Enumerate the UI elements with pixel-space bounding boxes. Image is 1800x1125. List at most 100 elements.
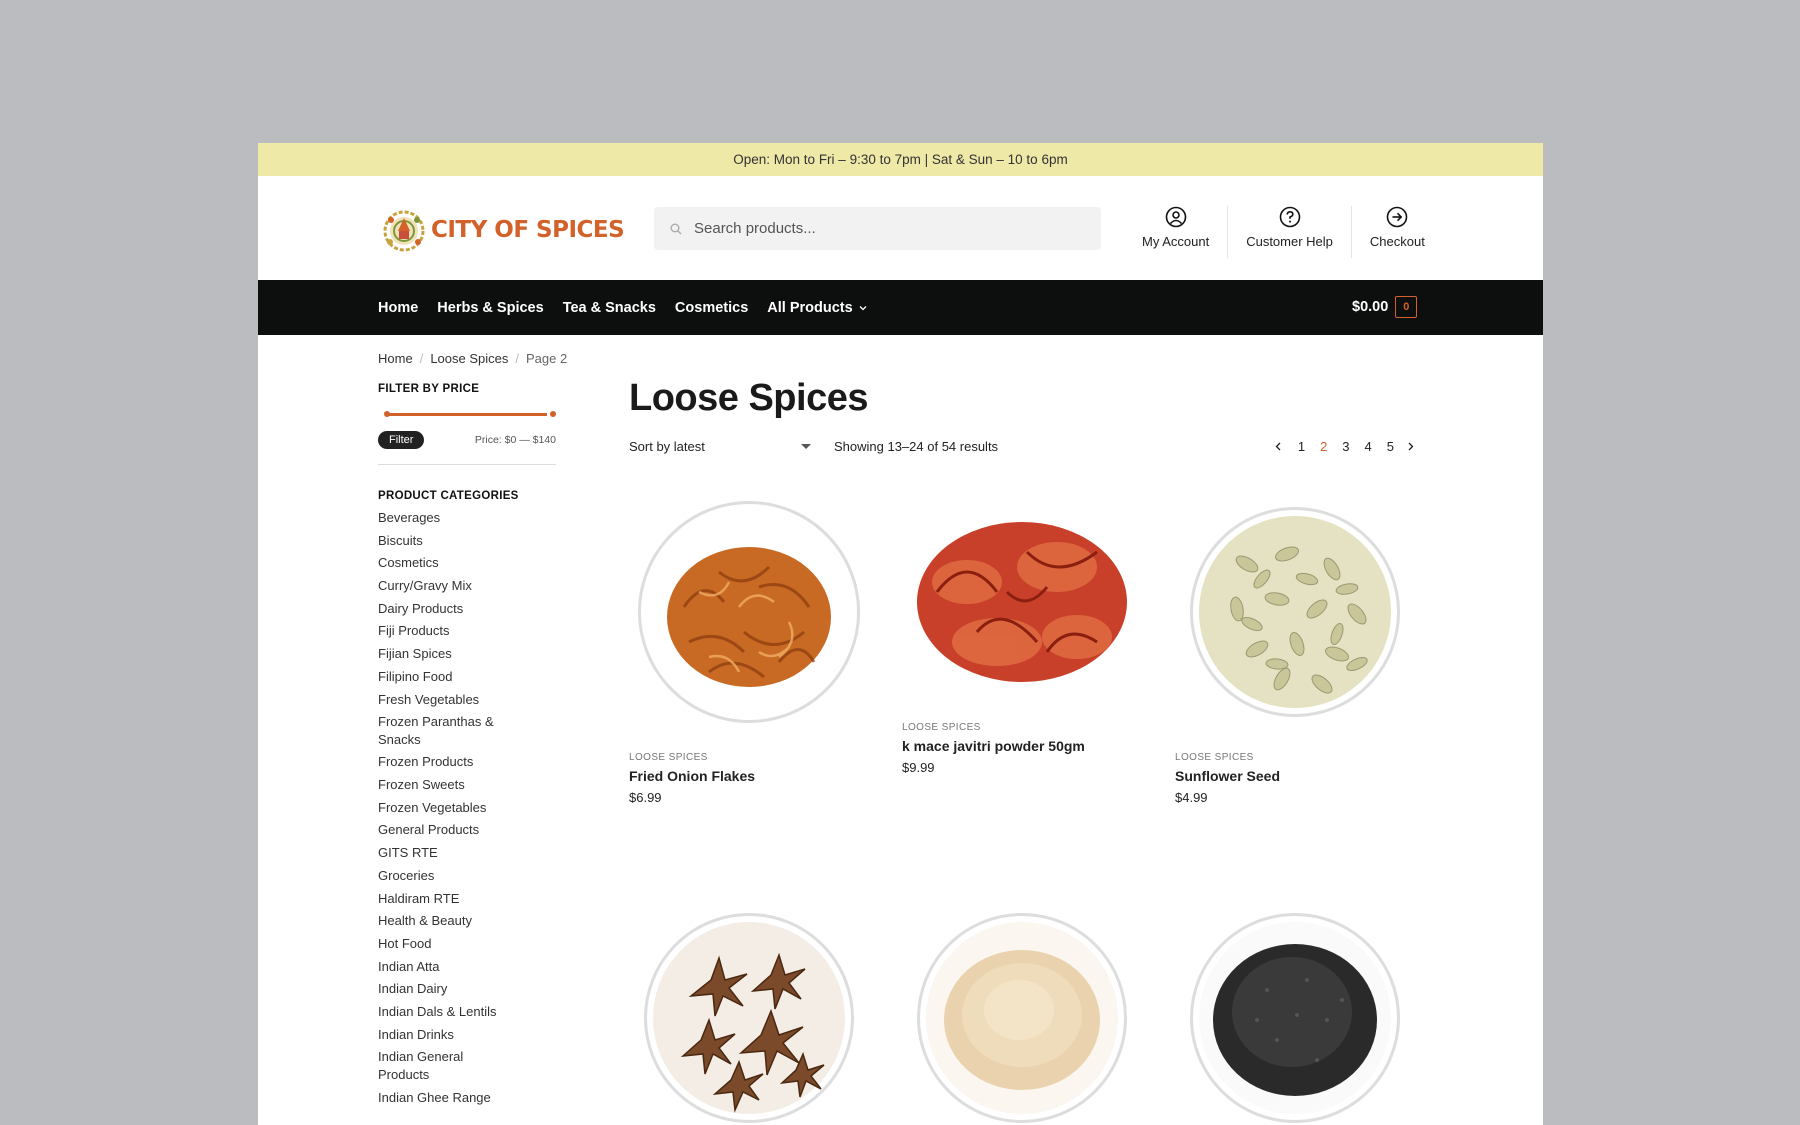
product-title[interactable]: Fried Onion Flakes (629, 768, 869, 784)
product-image[interactable] (629, 492, 869, 732)
category-link[interactable]: Indian Drinks (378, 1026, 518, 1044)
mace-javitri-image (917, 522, 1127, 682)
nav-item-all-products[interactable]: All Products (767, 300, 867, 316)
category-link[interactable]: Beverages (378, 509, 518, 527)
filter-by-price-title: FILTER BY PRICE (378, 383, 480, 395)
page-link[interactable]: 4 (1365, 439, 1372, 454)
page-link[interactable]: 1 (1298, 439, 1305, 454)
category-link[interactable]: Groceries (378, 867, 518, 885)
price-slider-max-handle[interactable] (550, 411, 556, 417)
product-card[interactable] (902, 898, 1142, 1125)
nav-item-herbs-spices[interactable]: Herbs & Spices (437, 300, 543, 316)
cart-count-badge: 0 (1395, 296, 1418, 318)
price-slider[interactable] (378, 404, 556, 424)
checkout-label: Checkout (1369, 234, 1425, 249)
star-anise-image (644, 913, 854, 1123)
chevron-left-icon[interactable] (1274, 442, 1283, 451)
category-link[interactable]: Frozen Products (378, 753, 518, 771)
breadcrumb-category[interactable]: Loose Spices (430, 351, 508, 366)
my-account-label: My Account (1142, 234, 1210, 249)
filter-button[interactable]: Filter (378, 431, 425, 449)
category-link[interactable]: Biscuits (378, 532, 518, 550)
category-link[interactable]: Indian Dairy (378, 980, 518, 998)
category-link[interactable]: Frozen Vegetables (378, 799, 518, 817)
store-hours-text: Open: Mon to Fri – 9:30 to 7pm | Sat & S… (733, 152, 1068, 167)
caret-down-icon (801, 444, 811, 449)
nav-item-tea-snacks[interactable]: Tea & Snacks (563, 300, 656, 316)
nav-item-home[interactable]: Home (378, 300, 418, 316)
search-icon (670, 223, 682, 234)
customer-help-link[interactable]: Customer Help (1227, 206, 1351, 258)
category-link[interactable]: Curry/Gravy Mix (378, 577, 518, 595)
product-image[interactable] (629, 898, 869, 1125)
chevron-down-icon (859, 305, 867, 310)
product-categories-title: PRODUCT CATEGORIES (378, 490, 519, 502)
nav-item-all-products-label: All Products (767, 299, 853, 316)
category-link[interactable]: Haldiram RTE (378, 890, 518, 908)
sunflower-seeds-image (1190, 507, 1400, 717)
category-link[interactable]: General Products (378, 821, 518, 839)
product-price: $9.99 (902, 760, 935, 775)
product-image[interactable] (902, 898, 1142, 1125)
category-link[interactable]: Hot Food (378, 935, 518, 953)
category-link[interactable]: Dairy Products (378, 600, 518, 618)
logo-emblem-icon (383, 210, 425, 252)
header-links: My Account Customer Help Checkout (1124, 206, 1443, 258)
product-card[interactable]: LOOSE SPICES k mace javitri powder 50gm … (902, 492, 1142, 775)
powder-illustration (926, 922, 1118, 1114)
product-card[interactable]: LOOSE SPICES Fried Onion Flakes $6.99 (629, 492, 869, 805)
site-header: CITY OF SPICES My Account (258, 176, 1543, 280)
sidebar: FILTER BY PRICE Filter Price: $0 — $140 … (378, 383, 556, 1111)
mini-cart[interactable]: $0.00 0 (1352, 296, 1418, 318)
category-link[interactable]: Indian Dals & Lentils (378, 1003, 518, 1021)
my-account-link[interactable]: My Account (1124, 206, 1227, 258)
product-image[interactable] (1175, 898, 1415, 1125)
category-link[interactable]: Filipino Food (378, 668, 518, 686)
sort-select-value: Sort by latest (629, 439, 705, 454)
category-link[interactable]: Frozen Sweets (378, 776, 518, 794)
cart-total: $0.00 (1352, 299, 1389, 315)
fried-onion-flakes-image (638, 501, 860, 723)
breadcrumb-home[interactable]: Home (378, 351, 413, 366)
category-link[interactable]: Indian General Products (378, 1048, 518, 1083)
page-link-current[interactable]: 2 (1320, 439, 1327, 454)
category-link[interactable]: Frozen Paranthas & Snacks (378, 713, 518, 748)
search-input[interactable] (692, 219, 1101, 238)
page: Open: Mon to Fri – 9:30 to 7pm | Sat & S… (258, 143, 1543, 1125)
customer-help-label: Customer Help (1246, 234, 1333, 249)
sort-select[interactable]: Sort by latest (629, 439, 811, 454)
product-image[interactable] (902, 492, 1142, 712)
site-logo[interactable]: CITY OF SPICES (381, 206, 625, 254)
black-seeds-illustration (1199, 922, 1391, 1114)
product-price: $6.99 (629, 790, 662, 805)
page-link[interactable]: 3 (1342, 439, 1349, 454)
category-link[interactable]: Indian Ghee Range (378, 1089, 518, 1107)
chevron-right-icon[interactable] (1406, 442, 1415, 451)
product-search[interactable] (654, 207, 1101, 250)
category-link[interactable]: Health & Beauty (378, 912, 518, 930)
breadcrumb: Home / Loose Spices / Page 2 (378, 351, 567, 366)
category-link[interactable]: Cosmetics (378, 554, 518, 572)
category-link[interactable]: Fiji Products (378, 622, 518, 640)
product-category: LOOSE SPICES (629, 752, 708, 763)
nav-item-cosmetics[interactable]: Cosmetics (675, 300, 748, 316)
category-link[interactable]: Fresh Vegetables (378, 691, 518, 709)
checkout-link[interactable]: Checkout (1350, 206, 1443, 258)
shop-toolbar: Sort by latest Showing 13–24 of 54 resul… (629, 435, 1421, 459)
product-title[interactable]: Sunflower Seed (1175, 768, 1415, 784)
main-content: Loose Spices Sort by latest Showing 13–2… (629, 377, 1421, 1123)
page-link[interactable]: 5 (1387, 439, 1394, 454)
category-link[interactable]: Indian Atta (378, 958, 518, 976)
product-title[interactable]: k mace javitri powder 50gm (902, 738, 1142, 754)
product-card[interactable]: LOOSE SPICES Sunflower Seed $4.99 (1175, 492, 1415, 805)
star-anise-illustration (653, 922, 845, 1114)
price-range-label: Price: $0 — $140 (474, 434, 556, 446)
category-link[interactable]: Fijian Spices (378, 645, 518, 663)
product-card[interactable] (1175, 898, 1415, 1125)
help-icon (1279, 206, 1300, 228)
page-title: Loose Spices (629, 377, 868, 419)
product-image[interactable] (1175, 492, 1415, 732)
category-link[interactable]: GITS RTE (378, 844, 518, 862)
product-card[interactable] (629, 898, 869, 1125)
price-slider-min-handle[interactable] (384, 411, 390, 417)
